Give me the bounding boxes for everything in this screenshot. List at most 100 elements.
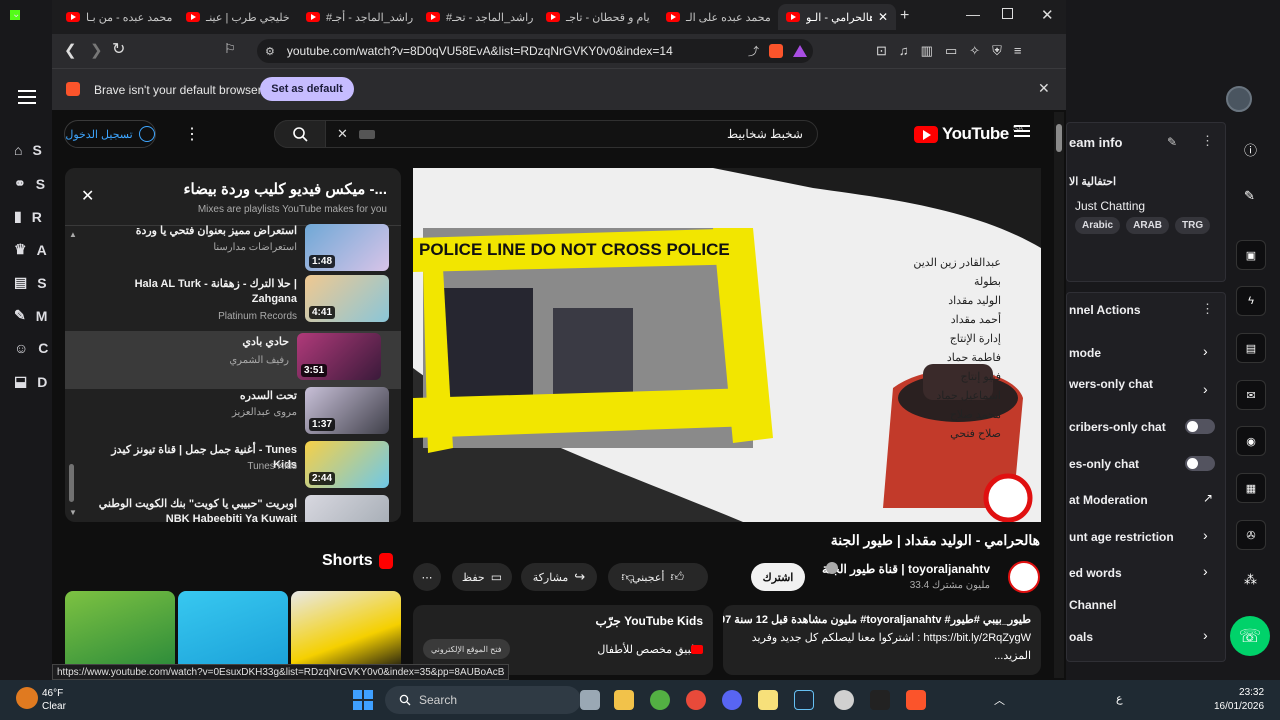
scroll-up-icon[interactable]: ▲ [69,230,77,239]
language-indicator[interactable]: ع [1116,692,1123,705]
more-icon[interactable]: ⋮ [1201,133,1214,149]
nav-item[interactable]: ✎ M [14,307,47,324]
short-thumbnail[interactable] [178,591,288,671]
weather-widget[interactable]: 46°F Clear [42,687,66,713]
show-more[interactable]: ...المزيد [994,649,1031,662]
tab[interactable]: #راشد_الماجد - أجـ [298,4,416,30]
playlist-scrollbar[interactable] [69,464,74,502]
task-view-icon[interactable] [580,690,600,710]
nav-item[interactable]: ⚭ S [14,175,45,192]
video-description[interactable]: 497 مليون مشاهدة قبل 12 سنة #toyoraljana… [723,605,1041,675]
short-thumbnail[interactable] [291,591,401,671]
steam-icon[interactable] [794,690,814,710]
save-button[interactable]: حفظ ▭ [452,563,512,591]
tab[interactable]: محمد عبده على الـ [658,4,776,30]
nav-item[interactable]: ☺ C [14,340,48,356]
menu-icon[interactable] [18,90,36,104]
tab-active[interactable]: هالحرامي - الـو ✕ [778,4,896,30]
tab-search-icon[interactable]: ⌄ [12,9,20,20]
channel-name[interactable]: قناة طيور الجنة | toyoraljanahtv [822,562,990,576]
quick-action-button[interactable]: ▣ [1236,240,1266,270]
music-icon[interactable]: ♫ [899,43,909,59]
forward-icon[interactable]: ❯ [90,41,103,59]
quick-action-button[interactable]: ✇ [1236,520,1266,550]
action-item[interactable]: unt age restriction [1069,530,1174,544]
quick-action-button[interactable]: ϟ [1236,286,1266,316]
channel-avatar[interactable] [1008,561,1040,593]
sidebar-icon[interactable]: ▥ [921,43,933,59]
dislike-button[interactable]: 👎︎ [608,563,648,591]
tab[interactable]: خليجي طرب | عينـ [178,4,296,30]
bookmark-icon[interactable]: ⚐ [224,41,236,57]
minimize-icon[interactable]: — [966,6,980,22]
nav-item[interactable]: ♛ A [14,241,47,258]
brave-rewards-icon[interactable] [793,45,807,57]
brave-icon[interactable] [906,690,926,710]
playlist-item[interactable]: اوبريت "حبيبي يا كويت" بنك الكويت الوطني… [77,495,397,522]
more-icon[interactable]: ⋮ [1201,301,1214,317]
quick-action-button[interactable]: ▦ [1236,473,1266,503]
windows-start-icon[interactable] [353,690,373,710]
address-bar[interactable]: ⚙ youtube.com/watch?v=8D0qVU58EvA&list=R… [257,39,813,63]
scroll-down-icon[interactable]: ▼ [69,508,77,517]
tab[interactable]: #راشد_الماجد - تحـ [418,4,536,30]
open-website-button[interactable]: فتح الموقع الإلكتروني [423,639,510,659]
search-input[interactable]: شخبط شخابيط ✕ [274,120,818,148]
nav-item[interactable]: ▤ S [14,274,47,291]
site-info-icon[interactable]: ⚙ [265,45,275,58]
xbox-icon[interactable] [650,690,670,710]
sign-in-button[interactable]: تسجيل الدخول [64,120,156,148]
action-item[interactable]: wers-only chat [1069,377,1153,391]
close-playlist-icon[interactable]: ✕ [81,186,94,206]
leo-icon[interactable]: ✧ [969,43,980,59]
playlist-item[interactable]: 2:44 أغنية جمل جمل | قناة تيونز كيدز - T… [77,441,397,493]
gmail-icon[interactable] [870,690,890,710]
scroll-thumb[interactable] [1056,124,1062,152]
quick-action-button[interactable]: ✉ [1236,380,1266,410]
close-window-icon[interactable]: ✕ [1041,6,1054,24]
clock[interactable]: 23:32 16/01/2026 [1214,686,1264,714]
file-explorer-icon[interactable] [614,690,634,710]
clear-search-icon[interactable]: ✕ [337,126,348,142]
video-player[interactable]: POLICE LINE DO NOT CROSS POLICE عبدالقاد… [413,168,1041,522]
action-item[interactable]: Channel [1069,598,1116,612]
short-thumbnail[interactable] [65,591,175,671]
more-options-icon[interactable]: ⋮ [184,124,200,144]
chrome-icon[interactable] [686,690,706,710]
weather-icon[interactable] [16,687,38,709]
wallet-icon[interactable]: ▭ [945,43,957,59]
notes-icon[interactable] [758,690,778,710]
action-item[interactable]: ed words [1069,566,1122,580]
playlist-item-current[interactable]: 3:51 حادي بادي رفيف الشمري [65,331,401,389]
more-actions-button[interactable]: ⋯ [413,563,441,591]
youtube-logo[interactable]: YouTube SA [914,124,1023,144]
action-item[interactable]: es-only chat [1069,457,1139,471]
edit-icon[interactable]: ✎ [1167,135,1177,149]
new-tab-icon[interactable]: + [900,7,909,25]
toggle[interactable] [1185,456,1215,471]
action-item[interactable]: mode [1069,346,1101,360]
obs-icon[interactable] [834,690,854,710]
chevron-up-icon[interactable]: ︿ [994,692,1005,708]
pencil-icon[interactable]: ✎ [1244,188,1255,204]
tab[interactable]: محمد عبده - من بـا [58,4,176,30]
action-item[interactable]: cribers-only chat [1069,420,1166,434]
tag[interactable]: Arabic [1075,217,1121,234]
nodes-icon[interactable]: ⁂ [1244,572,1257,588]
screenshot-icon[interactable]: ⊡ [876,43,887,59]
playlist-title[interactable]: ميكس فيديو كليب وردة بيضاء -... [183,180,387,198]
support-icon[interactable]: ☏ [1230,616,1270,656]
quick-action-button[interactable]: ◉ [1236,426,1266,456]
vpn-icon[interactable]: ⛨ [992,43,1002,59]
info-icon[interactable]: ⓘ [1244,140,1257,159]
share-button[interactable]: مشاركة ↪ [521,563,597,591]
page-scrollbar[interactable] [1054,112,1064,678]
subscribe-button[interactable]: اشترك [751,563,805,591]
close-infobar-icon[interactable]: ✕ [1038,80,1050,97]
menu-icon[interactable]: ≡ [1014,43,1022,59]
quick-action-button[interactable]: ▤ [1236,333,1266,363]
action-item[interactable]: oals [1069,630,1093,644]
maximize-icon[interactable] [1002,8,1013,19]
keyboard-icon[interactable] [359,130,375,139]
taskbar-search[interactable]: Search [385,686,581,714]
